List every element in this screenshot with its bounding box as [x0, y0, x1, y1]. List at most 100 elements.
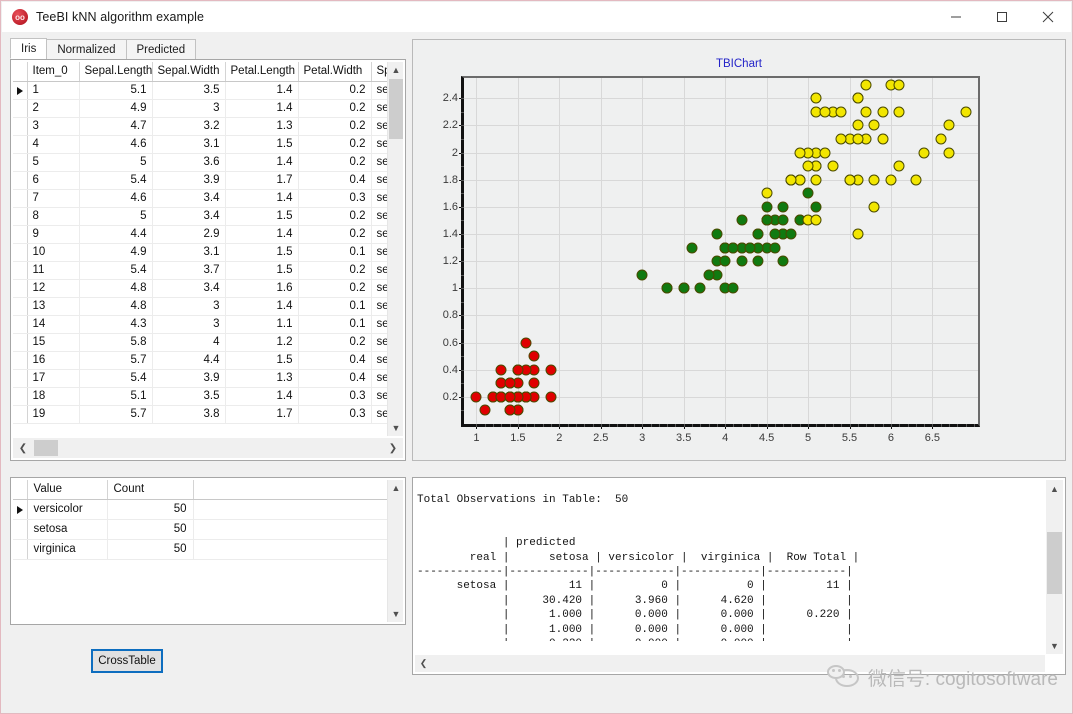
row-selector-cell[interactable]: [13, 405, 28, 424]
table-row[interactable]: 853.41.50.2setosa: [13, 207, 403, 226]
column-header-sepal-length[interactable]: Sepal.Length: [79, 62, 153, 82]
cell-sepal-width[interactable]: 3.4: [152, 189, 226, 208]
scroll-down-icon[interactable]: ▼: [388, 420, 404, 436]
cell-petal-length[interactable]: 1.5: [225, 135, 299, 154]
cell-petal-length[interactable]: 1.4: [225, 297, 299, 316]
table-row[interactable]: 44.63.11.50.2setosa: [13, 135, 403, 154]
table-row[interactable]: 34.73.21.30.2setosa: [13, 117, 403, 136]
cell-item_0[interactable]: 1: [27, 81, 80, 100]
scroll-right-icon[interactable]: ❯: [383, 438, 403, 458]
cell-item_0[interactable]: 19: [27, 405, 80, 424]
cell-sepal-length[interactable]: 5.1: [79, 81, 153, 100]
cell-sepal-length[interactable]: 5.7: [79, 405, 153, 424]
cell-item_0[interactable]: 9: [27, 225, 80, 244]
column-header-sepal-width[interactable]: Sepal.Width: [152, 62, 226, 82]
horizontal-scroll-thumb[interactable]: [34, 440, 58, 456]
row-selector-cell[interactable]: [13, 279, 28, 298]
cell-petal-width[interactable]: 0.2: [298, 261, 372, 280]
summary-cell-count[interactable]: 50: [107, 519, 194, 540]
cell-sepal-length[interactable]: 4.8: [79, 297, 153, 316]
cell-sepal-width[interactable]: 3.6: [152, 153, 226, 172]
cell-item_0[interactable]: 5: [27, 153, 80, 172]
cell-petal-length[interactable]: 1.1: [225, 315, 299, 334]
cell-item_0[interactable]: 3: [27, 117, 80, 136]
console-horizontal-scrollbar[interactable]: ❮: [415, 655, 1045, 672]
cell-sepal-width[interactable]: 3.7: [152, 261, 226, 280]
scroll-left-icon[interactable]: ❮: [415, 655, 432, 672]
scroll-down-icon[interactable]: ▼: [388, 606, 404, 622]
scroll-up-icon[interactable]: ▲: [388, 62, 404, 78]
species-count-vertical-scrollbar[interactable]: ▲ ▼: [387, 480, 403, 622]
table-row[interactable]: 155.841.20.2setosa: [13, 333, 403, 352]
cell-petal-width[interactable]: 0.2: [298, 225, 372, 244]
cell-petal-width[interactable]: 0.3: [298, 387, 372, 406]
tab-predicted[interactable]: Predicted: [125, 39, 197, 59]
cell-sepal-length[interactable]: 5: [79, 153, 153, 172]
cell-sepal-width[interactable]: 4: [152, 333, 226, 352]
row-selector-cell[interactable]: [13, 297, 28, 316]
summary-column-header-value[interactable]: Value: [27, 480, 108, 500]
table-row[interactable]: 94.42.91.40.2setosa: [13, 225, 403, 244]
cell-item_0[interactable]: 12: [27, 279, 80, 298]
summary-cell-value[interactable]: versicolor: [27, 499, 108, 520]
console-vertical-scrollbar[interactable]: ▲ ▼: [1046, 480, 1063, 654]
cell-sepal-length[interactable]: 5.4: [79, 171, 153, 190]
cell-petal-length[interactable]: 1.5: [225, 243, 299, 262]
row-selector-cell[interactable]: [13, 387, 28, 406]
cell-petal-width[interactable]: 0.2: [298, 207, 372, 226]
summary-cell-value[interactable]: virginica: [27, 539, 108, 560]
cell-petal-length[interactable]: 1.3: [225, 369, 299, 388]
cell-item_0[interactable]: 10: [27, 243, 80, 262]
summary-cell-count[interactable]: 50: [107, 499, 194, 520]
cell-sepal-length[interactable]: 5: [79, 207, 153, 226]
scroll-up-icon[interactable]: ▲: [1046, 480, 1063, 497]
cell-petal-width[interactable]: 0.2: [298, 333, 372, 352]
cell-item_0[interactable]: 14: [27, 315, 80, 334]
cell-petal-width[interactable]: 0.1: [298, 243, 372, 262]
row-selector-cell[interactable]: [13, 225, 28, 244]
cell-petal-width[interactable]: 0.2: [298, 279, 372, 298]
cell-item_0[interactable]: 6: [27, 171, 80, 190]
cell-sepal-length[interactable]: 4.4: [79, 225, 153, 244]
row-selector-cell[interactable]: [13, 117, 28, 136]
row-selector-cell[interactable]: [13, 243, 28, 262]
cell-sepal-length[interactable]: 4.9: [79, 99, 153, 118]
table-row[interactable]: 195.73.81.70.3setosa: [13, 405, 403, 424]
cell-sepal-length[interactable]: 4.6: [79, 189, 153, 208]
cell-sepal-width[interactable]: 3: [152, 315, 226, 334]
summary-cell-count[interactable]: 50: [107, 539, 194, 560]
table-row[interactable]: 74.63.41.40.3setosa: [13, 189, 403, 208]
cell-sepal-width[interactable]: 3.1: [152, 135, 226, 154]
table-row[interactable]: 65.43.91.70.4setosa: [13, 171, 403, 190]
cell-sepal-length[interactable]: 5.4: [79, 369, 153, 388]
summary-column-header-count[interactable]: Count: [107, 480, 194, 500]
cell-petal-width[interactable]: 0.3: [298, 405, 372, 424]
cell-sepal-length[interactable]: 5.7: [79, 351, 153, 370]
cell-petal-length[interactable]: 1.4: [225, 81, 299, 100]
cell-sepal-width[interactable]: 3.5: [152, 387, 226, 406]
cell-sepal-width[interactable]: 2.9: [152, 225, 226, 244]
cell-item_0[interactable]: 17: [27, 369, 80, 388]
cell-sepal-width[interactable]: 4.4: [152, 351, 226, 370]
row-selector-cell[interactable]: [13, 333, 28, 352]
row-selector-cell[interactable]: [13, 315, 28, 334]
cell-item_0[interactable]: 18: [27, 387, 80, 406]
table-row[interactable]: 175.43.91.30.4setosa: [13, 369, 403, 388]
cell-sepal-length[interactable]: 4.8: [79, 279, 153, 298]
cell-petal-width[interactable]: 0.2: [298, 117, 372, 136]
list-item[interactable]: versicolor 50: [13, 499, 387, 520]
cell-petal-width[interactable]: 0.1: [298, 297, 372, 316]
table-row[interactable]: 185.13.51.40.3setosa: [13, 387, 403, 406]
cell-sepal-width[interactable]: 3.4: [152, 207, 226, 226]
cell-sepal-length[interactable]: 4.9: [79, 243, 153, 262]
cell-petal-length[interactable]: 1.5: [225, 207, 299, 226]
row-selector-cell[interactable]: [13, 81, 28, 100]
cell-sepal-length[interactable]: 5.1: [79, 387, 153, 406]
cell-petal-width[interactable]: 0.2: [298, 153, 372, 172]
row-selector-cell[interactable]: [13, 135, 28, 154]
cell-petal-length[interactable]: 1.4: [225, 99, 299, 118]
tab-normalized[interactable]: Normalized: [46, 39, 127, 59]
column-header-item_0[interactable]: Item_0: [27, 62, 80, 82]
table-row[interactable]: 124.83.41.60.2setosa: [13, 279, 403, 298]
cell-sepal-length[interactable]: 4.7: [79, 117, 153, 136]
